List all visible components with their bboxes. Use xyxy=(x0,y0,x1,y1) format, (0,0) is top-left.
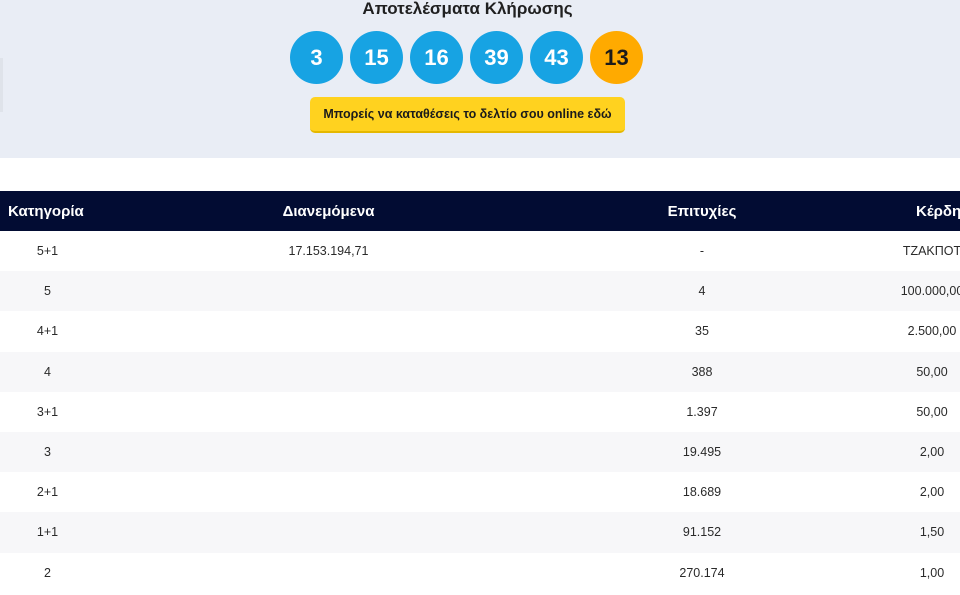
header-prize-per-winner: Κέρδη ανά επιτυχία xyxy=(916,202,960,220)
cell-distributed xyxy=(95,352,562,392)
cell-winners: 19.495 xyxy=(682,445,722,460)
cell-distributed xyxy=(95,392,562,432)
table-header-row: Κατηγορία Διανεμόμενα Επιτυχίες Κέρδη αν… xyxy=(0,191,960,231)
cell-prize-value: 1,50 xyxy=(919,525,945,540)
cell-category: 2+1 xyxy=(36,485,59,500)
cell-category: 5+1 xyxy=(36,244,59,259)
bonus-ball: 13 xyxy=(590,31,643,84)
cell-prize-value: 50,00 xyxy=(916,404,948,419)
number-ball-5: 43 xyxy=(530,31,583,84)
cell-category: 2 xyxy=(44,565,51,580)
page-title: Αποτελέσματα Κλήρωσης xyxy=(362,0,573,18)
table-row: 4+1 35 2.500,00 xyxy=(0,311,960,352)
cell-prize-value: 2,00 xyxy=(919,445,945,460)
cell-prize: 1,50 xyxy=(842,512,960,552)
cell-prize-value: 2,00 xyxy=(919,485,945,500)
winning-numbers: 3 15 16 39 43 13 xyxy=(290,31,643,84)
cell-prize-value: 2.500,00 xyxy=(907,324,957,339)
table-row: 4 388 50,00 xyxy=(0,351,960,392)
number-ball-2: 15 xyxy=(350,31,403,84)
draw-results-panel: Αποτελέσματα Κλήρωσης 3 15 16 39 43 13 Μ… xyxy=(0,0,960,158)
cell-category: 5 xyxy=(44,284,51,299)
table-row: 5 4 100.000,00 xyxy=(0,271,960,312)
cell-prize-value: 1,00 xyxy=(919,565,945,580)
table-row: 2 270.174 1,00 xyxy=(0,552,960,593)
cell-prize: 50,00 xyxy=(842,352,960,392)
cell-prize-value: 100.000,00 xyxy=(900,284,960,299)
number-ball-1: 3 xyxy=(290,31,343,84)
table-row: 5+1 17.153.194,71 - ΤΖΑΚΠΟΤ xyxy=(0,231,960,272)
cell-winners: 18.689 xyxy=(682,485,722,500)
cell-winners: 270.174 xyxy=(679,565,725,580)
cell-category: 1+1 xyxy=(36,525,59,540)
cell-prize: 2,00 xyxy=(842,432,960,472)
spacer xyxy=(0,158,960,191)
cell-category: 3+1 xyxy=(36,404,59,419)
cell-distributed xyxy=(95,311,562,351)
cell-prize: 50,00 xyxy=(842,392,960,432)
cell-distributed xyxy=(95,271,562,311)
play-online-button[interactable]: Μπορείς να καταθέσεις το δελτίο σου onli… xyxy=(310,97,625,133)
cell-winners: 388 xyxy=(691,364,713,379)
cell-distributed xyxy=(95,432,562,472)
header-distributed: Διανεμόμενα xyxy=(282,202,375,220)
cell-distributed xyxy=(95,553,562,593)
header-category: Κατηγορία xyxy=(8,202,84,220)
table-row: 3+1 1.397 50,00 xyxy=(0,391,960,432)
cell-category: 4 xyxy=(44,364,51,379)
cell-winners: 91.152 xyxy=(682,525,722,540)
cell-prize: 2.500,00 xyxy=(842,311,960,351)
cell-winners: - xyxy=(699,244,705,259)
number-ball-4: 39 xyxy=(470,31,523,84)
cell-prize: 1,00 xyxy=(842,553,960,593)
cell-prize: 100.000,00 xyxy=(842,271,960,311)
cell-prize-value: ΤΖΑΚΠΟΤ xyxy=(902,244,960,259)
panel-edge-tab xyxy=(0,58,3,112)
cell-prize-value: 50,00 xyxy=(916,364,948,379)
cell-distributed xyxy=(95,472,562,512)
table-row: 2+1 18.689 2,00 xyxy=(0,472,960,513)
table-row: 1+1 91.152 1,50 xyxy=(0,512,960,553)
cell-winners: 35 xyxy=(695,324,709,339)
cell-prize: ΤΖΑΚΠΟΤ xyxy=(842,231,960,271)
cell-category: 3 xyxy=(44,445,51,460)
cell-distributed xyxy=(95,512,562,552)
cell-category: 4+1 xyxy=(36,324,59,339)
cell-distributed: 17.153.194,71 xyxy=(288,244,369,259)
table-row: 3 19.495 2,00 xyxy=(0,431,960,473)
cell-winners: 4 xyxy=(698,284,706,299)
header-winners: Επιτυχίες xyxy=(667,202,737,220)
cell-prize: 2,00 xyxy=(842,472,960,512)
number-ball-3: 16 xyxy=(410,31,463,84)
cell-winners: 1.397 xyxy=(686,404,718,419)
prize-table: Κατηγορία Διανεμόμενα Επιτυχίες Κέρδη αν… xyxy=(0,191,960,593)
